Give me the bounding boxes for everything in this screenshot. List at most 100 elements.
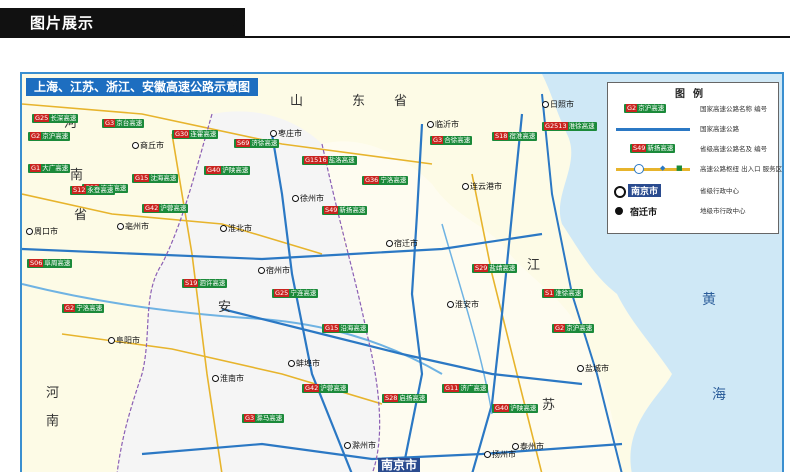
- region-label: 山: [290, 94, 304, 109]
- legend-row: G2 京沪高速 国家高速公路名称 编号: [614, 101, 774, 117]
- city-dot-icon: [427, 121, 434, 128]
- highway-number: G3: [104, 119, 116, 127]
- legend-label: 国家高速公路名称 编号: [700, 105, 768, 113]
- highway-shield: G42 沪蓉高速: [302, 384, 349, 393]
- city-dot-icon: [108, 337, 115, 344]
- city-dot-icon: [288, 360, 295, 367]
- highway-number: G2: [64, 304, 76, 312]
- highway-name: 大广高速: [42, 164, 69, 172]
- highway-shield: G2 宁洛高速: [62, 304, 105, 313]
- highway-name: 阜周高速: [44, 259, 71, 267]
- highway-shield: S28 启扬高速: [382, 394, 428, 403]
- service-area-icon: ■: [676, 164, 683, 172]
- highway-shield: S12 永登高速: [70, 186, 116, 195]
- highway-name: 宁洛高速: [76, 304, 103, 312]
- highway-name: 沿海高速: [340, 324, 367, 332]
- highway-number: S19: [184, 279, 199, 287]
- city-marker: 枣庄市: [270, 129, 302, 138]
- highway-number: G40: [206, 166, 222, 174]
- city-name: 商丘市: [140, 141, 164, 150]
- highway-name: 沪陕高速: [222, 166, 249, 174]
- city-marker: 宿迁市: [386, 239, 418, 248]
- region-label: 江: [527, 258, 541, 273]
- city-name: 亳州市: [125, 222, 149, 231]
- highway-shield: G36 宁洛高速: [362, 176, 409, 185]
- highway-name: 京沪高速: [42, 132, 69, 140]
- highway-shield: G2 京沪高速: [28, 132, 71, 141]
- city-marker: 蚌埠市: [288, 359, 320, 368]
- city-marker: 淮北市: [220, 224, 252, 233]
- highway-number: S69: [236, 139, 251, 147]
- city-dot-icon: [484, 451, 491, 458]
- map-legend: 图例 G2 京沪高速 国家高速公路名称 编号 国家高速公路 S49 新扬高速 省级高…: [607, 82, 782, 234]
- region-label: 南: [46, 414, 60, 429]
- header-rule: [240, 36, 790, 38]
- header-slant: [226, 8, 244, 38]
- city-name: 徐州市: [300, 194, 324, 203]
- highway-name: 京沪高速: [566, 324, 593, 332]
- city-name: 盐城市: [585, 364, 609, 373]
- legend-city: 南京市: [628, 184, 662, 197]
- city-marker: 徐州市: [292, 194, 324, 203]
- highway-shield: G15 沿海高速: [322, 324, 369, 333]
- highway-shield: G2 京沪高速: [552, 324, 595, 333]
- highway-map: 上海、江苏、浙江、安徽高速公路示意图 山 东 省 河 南 省 安 江 苏 河 南…: [20, 72, 784, 472]
- highway-number: S1: [544, 289, 555, 297]
- highway-shield: S1 淮徐高速: [542, 289, 584, 298]
- provincial-capital-icon: [614, 186, 626, 198]
- city-marker: 扬州市: [484, 450, 516, 459]
- highway-shield: G3 滁马高速: [242, 414, 285, 423]
- highway-shield: G42 沪蓉高速: [142, 204, 189, 213]
- city-name: 周口市: [34, 227, 58, 236]
- highway-number: G3: [244, 414, 256, 422]
- city-name: 淮南市: [220, 374, 244, 383]
- highway-shield: G25 宁连高速: [272, 289, 319, 298]
- highway-name: 沪蓉高速: [320, 384, 347, 392]
- map-title: 上海、江苏、浙江、安徽高速公路示意图: [26, 78, 259, 96]
- city-dot-icon: [258, 267, 265, 274]
- highway-number: S12: [72, 186, 87, 194]
- city-dot-icon: [117, 223, 124, 230]
- highway-name: 合徐高速: [444, 136, 471, 144]
- section-header: 图片展示: [0, 8, 790, 38]
- highway-name: 沪陕高速: [510, 404, 537, 412]
- highway-shield: S69 济徐高速: [234, 139, 280, 148]
- legend-row: S49 新扬高速 省级高速公路名及 编号: [614, 141, 774, 157]
- city-marker: 阜阳市: [108, 336, 140, 345]
- highway-name: 宿淮高速: [509, 132, 536, 140]
- legend-city: 宿迁市: [630, 208, 658, 218]
- highway-number: S06: [29, 259, 44, 267]
- highway-shield: G15 沈海高速: [132, 174, 179, 183]
- highway-name: 沪蓉高速: [160, 204, 187, 212]
- sea-label: 海: [712, 387, 726, 403]
- legend-row: ◆ ■ 高速公路枢纽 出入口 服务区: [614, 161, 782, 177]
- highway-name: 济广高速: [460, 384, 487, 392]
- region-label: 苏: [542, 398, 556, 413]
- legend-row: 南京市 省级行政中心: [614, 183, 774, 199]
- legend-symbol: S49 新扬高速: [614, 143, 692, 155]
- highway-shield: G25 长深高速: [32, 114, 79, 123]
- national-line-icon: [616, 128, 690, 131]
- city-dot-icon: [26, 228, 33, 235]
- legend-label: 省级行政中心: [700, 187, 739, 195]
- city-name: 阜阳市: [116, 336, 140, 345]
- highway-shield: G11 济广高速: [442, 384, 489, 393]
- city-name: 泰州市: [520, 442, 544, 451]
- highway-name: 宁连高速: [290, 289, 317, 297]
- exit-icon: ◆: [660, 164, 666, 172]
- highway-name: 启扬高速: [399, 394, 426, 402]
- legend-row: 国家高速公路: [614, 121, 774, 137]
- highway-name: 淮徐高速: [568, 122, 595, 130]
- highway-shield: S49 新扬高速: [322, 206, 368, 215]
- highway-shield: G40 沪陕高速: [204, 166, 251, 175]
- highway-number: G3: [432, 136, 444, 144]
- highway-name: 永登高速: [87, 186, 114, 194]
- highway-name: 连霍高速: [190, 130, 217, 138]
- highway-shield: S19 泗许高速: [182, 279, 228, 288]
- city-dot-icon: [292, 195, 299, 202]
- highway-number: G15: [134, 174, 150, 182]
- city-name: 蚌埠市: [296, 359, 320, 368]
- highway-number: G25: [34, 114, 50, 122]
- region-label: 东: [352, 94, 366, 109]
- highway-number: G1: [30, 164, 42, 172]
